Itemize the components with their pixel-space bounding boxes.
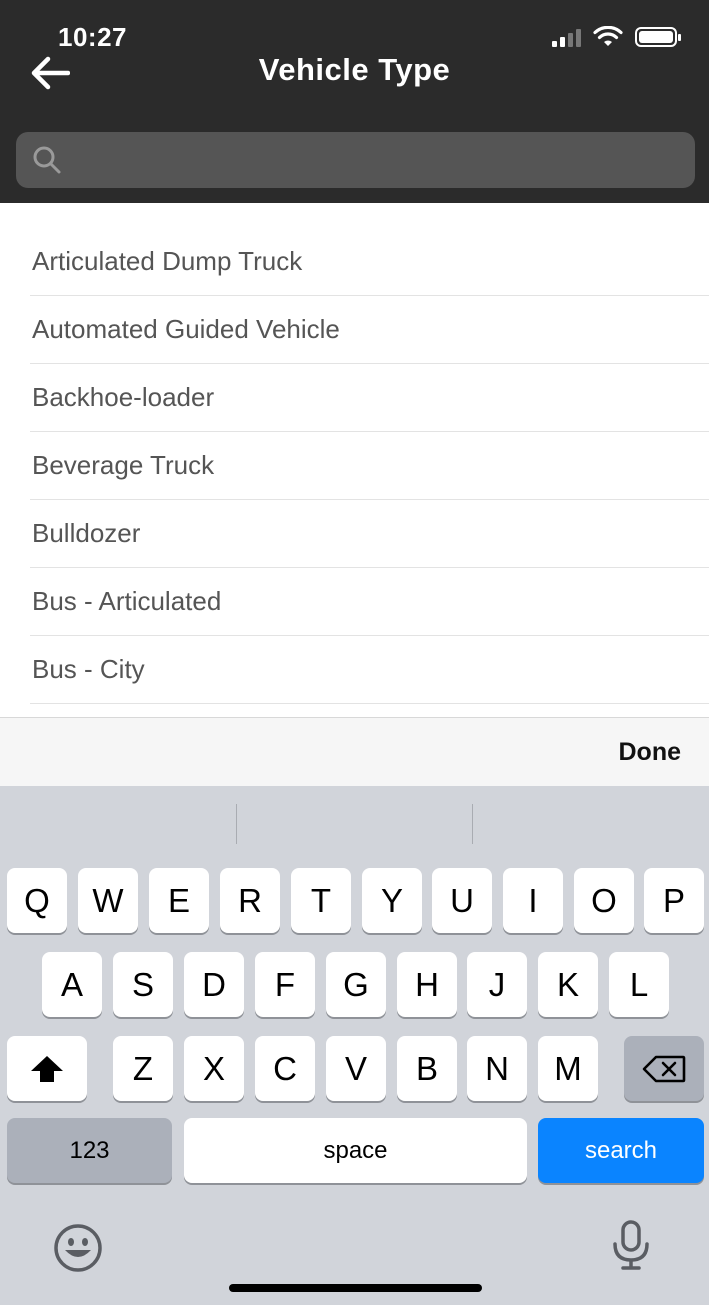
key-n[interactable]: N: [467, 1036, 527, 1101]
key-j[interactable]: J: [467, 952, 527, 1017]
emoji-icon[interactable]: [52, 1222, 104, 1274]
vehicle-type-list: Articulated Dump Truck Automated Guided …: [0, 203, 709, 717]
key-r[interactable]: R: [220, 868, 280, 933]
suggestion-bar: [0, 786, 709, 864]
key-o[interactable]: O: [574, 868, 634, 933]
key-x[interactable]: X: [184, 1036, 244, 1101]
key-u[interactable]: U: [432, 868, 492, 933]
list-item[interactable]: Backhoe-loader: [30, 364, 709, 432]
battery-icon: [635, 27, 681, 47]
list-item[interactable]: Bulldozer: [30, 500, 709, 568]
delete-key[interactable]: [624, 1036, 704, 1101]
list-item[interactable]: Bus - Articulated: [30, 568, 709, 636]
numbers-key[interactable]: 123: [7, 1118, 172, 1183]
cellular-signal-icon: [552, 27, 581, 47]
key-m[interactable]: M: [538, 1036, 598, 1101]
suggestion-divider: [472, 804, 473, 844]
keyboard-accessory-bar: Done: [0, 717, 709, 786]
done-button[interactable]: Done: [619, 738, 682, 767]
backspace-icon: [642, 1055, 686, 1082]
app-header: 10:27 Vehicle Type: [0, 0, 709, 203]
space-key[interactable]: space: [184, 1118, 527, 1183]
key-l[interactable]: L: [609, 952, 669, 1017]
key-y[interactable]: Y: [362, 868, 422, 933]
search-input[interactable]: [72, 147, 695, 173]
key-b[interactable]: B: [397, 1036, 457, 1101]
key-f[interactable]: F: [255, 952, 315, 1017]
key-p[interactable]: P: [644, 868, 704, 933]
keyboard-bottom-bar: [0, 1216, 709, 1276]
keyboard: Q W E R T Y U I O P A S D F G H J K L Z …: [0, 786, 709, 1305]
list-item[interactable]: Automated Guided Vehicle: [30, 296, 709, 364]
suggestion-divider: [236, 804, 237, 844]
microphone-icon[interactable]: [610, 1220, 652, 1272]
list-item[interactable]: Beverage Truck: [30, 432, 709, 500]
key-s[interactable]: S: [113, 952, 173, 1017]
status-icons: [552, 26, 681, 48]
page-title: Vehicle Type: [258, 52, 451, 87]
search-icon: [33, 146, 61, 174]
key-h[interactable]: H: [397, 952, 457, 1017]
key-c[interactable]: C: [255, 1036, 315, 1101]
key-v[interactable]: V: [326, 1036, 386, 1101]
key-g[interactable]: G: [326, 952, 386, 1017]
key-z[interactable]: Z: [113, 1036, 173, 1101]
key-k[interactable]: K: [538, 952, 598, 1017]
key-w[interactable]: W: [78, 868, 138, 933]
list-item[interactable]: Articulated Dump Truck: [30, 228, 709, 296]
wifi-icon: [593, 26, 623, 46]
search-bar[interactable]: [16, 132, 695, 188]
status-time: 10:27: [58, 22, 127, 52]
key-a[interactable]: A: [42, 952, 102, 1017]
home-indicator: [229, 1284, 482, 1292]
shift-key[interactable]: [7, 1036, 87, 1101]
key-i[interactable]: I: [503, 868, 563, 933]
list-item[interactable]: Bus - City: [30, 636, 709, 704]
key-e[interactable]: E: [149, 868, 209, 933]
search-key[interactable]: search: [538, 1118, 704, 1183]
key-d[interactable]: D: [184, 952, 244, 1017]
shift-icon: [31, 1055, 63, 1082]
key-t[interactable]: T: [291, 868, 351, 933]
key-q[interactable]: Q: [7, 868, 67, 933]
